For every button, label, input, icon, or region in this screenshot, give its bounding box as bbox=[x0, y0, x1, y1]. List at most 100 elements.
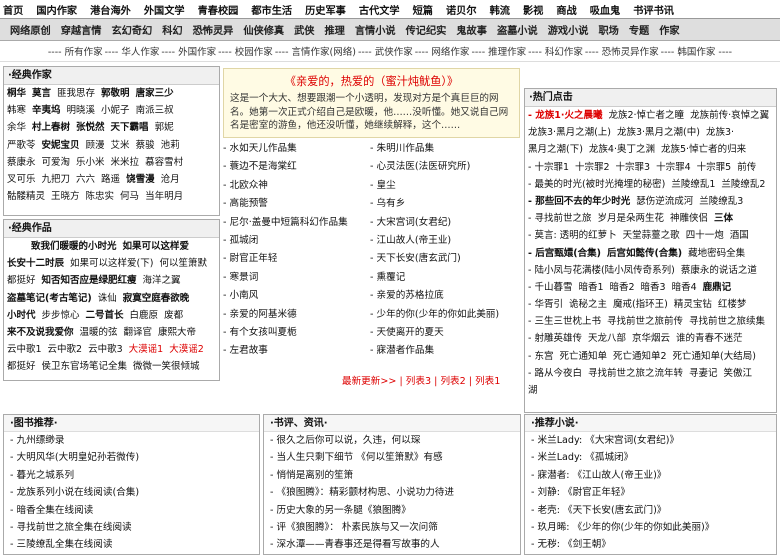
author-link[interactable]: 韩寒 bbox=[7, 105, 26, 116]
author-link[interactable]: 沧月 bbox=[161, 174, 180, 185]
category-link[interactable]: 盗墓小说 bbox=[497, 22, 538, 37]
author-link[interactable]: 顾漫 bbox=[86, 140, 105, 151]
hot-link[interactable]: - 千山暮雪 bbox=[528, 282, 572, 293]
hot-link[interactable]: 鹿鼎记 bbox=[703, 282, 732, 293]
author-category-link[interactable]: ---- 外国作家 bbox=[161, 47, 216, 58]
mid-list-item[interactable]: - 乌有乡 bbox=[370, 195, 499, 213]
nav-link[interactable]: 港台海外 bbox=[90, 2, 131, 17]
category-link[interactable]: 职场 bbox=[598, 22, 618, 37]
hot-link[interactable]: - 射雕英雄传 bbox=[528, 333, 582, 344]
author-link[interactable]: 路遥 bbox=[101, 174, 120, 185]
author-link[interactable]: 安妮宝贝 bbox=[42, 140, 80, 151]
author-link[interactable]: 陈忠实 bbox=[86, 191, 115, 202]
author-link[interactable]: 乐小米 bbox=[76, 157, 105, 168]
author-link[interactable]: 唐家三少 bbox=[136, 88, 174, 99]
recommend-item[interactable]: - 暮光之城系列 bbox=[4, 467, 259, 484]
more-link[interactable]: 列表3 bbox=[406, 376, 431, 387]
mid-list-item[interactable]: - 亲爱的阿基米德 bbox=[223, 306, 348, 324]
work-link[interactable]: 致我们暖暖的小时光 bbox=[31, 241, 117, 252]
hot-link[interactable]: 瑟伤逆流成河 bbox=[636, 196, 693, 207]
recommend-item[interactable]: - 深水潭——青春事还是得看写故事的人 bbox=[264, 536, 520, 553]
recommend-item[interactable]: - 无秽: 《剑王朝》 bbox=[525, 536, 776, 553]
mid-list-item[interactable]: - 北欧众神 bbox=[223, 177, 348, 195]
work-link[interactable]: 寂寞空庭春欲晚 bbox=[123, 293, 190, 304]
hot-link[interactable]: - 路从今夜白 bbox=[528, 368, 582, 379]
hot-link[interactable]: 寻找前世之旅续集 bbox=[689, 316, 765, 327]
category-link[interactable]: 玄幻奇幻 bbox=[112, 22, 153, 37]
author-link[interactable]: 六六 bbox=[76, 174, 95, 185]
author-link[interactable]: 张悦然 bbox=[76, 122, 105, 133]
author-category-link[interactable]: ---- 韩国作家 ---- bbox=[661, 47, 732, 58]
hot-link[interactable]: 死亡通知单2 bbox=[613, 351, 667, 362]
hot-link[interactable]: - 东宫 bbox=[528, 351, 553, 362]
mid-list-item[interactable]: - 熏覆记 bbox=[370, 269, 499, 287]
hot-link[interactable]: 兰陵缭乱2 bbox=[721, 179, 765, 190]
hot-link[interactable]: 十宗罪2 bbox=[575, 162, 610, 173]
hot-link[interactable]: 暗香2 bbox=[610, 282, 635, 293]
author-link[interactable]: 叉可乐 bbox=[7, 174, 36, 185]
recommend-item[interactable]: - 老壳: 《天下长安(唐玄武门)》 bbox=[525, 502, 776, 519]
category-link[interactable]: 鬼故事 bbox=[456, 22, 487, 37]
author-link[interactable]: 郭妮 bbox=[155, 122, 174, 133]
hot-link[interactable]: 谁的青春不迷茫 bbox=[676, 333, 743, 344]
hot-link[interactable]: 寻找前世之旅之流年转 bbox=[588, 368, 683, 379]
work-link[interactable]: 侯卫东官场笔记全集 bbox=[42, 361, 128, 372]
recommend-item[interactable]: - 寻找前世之旅全集在线阅读 bbox=[4, 519, 259, 536]
work-link[interactable]: 废都 bbox=[164, 310, 183, 321]
work-link[interactable]: 盗墓笔记(考古笔记) bbox=[7, 293, 92, 304]
nav-link[interactable]: 短篇 bbox=[413, 2, 433, 17]
hot-link[interactable]: 前传 bbox=[737, 162, 756, 173]
category-link[interactable]: 仙侠修真 bbox=[243, 22, 284, 37]
recommend-item[interactable]: - 大明风华(大明皇妃孙若微传) bbox=[4, 449, 259, 466]
category-link[interactable]: 传记纪实 bbox=[406, 22, 447, 37]
work-link[interactable]: 都挺好 bbox=[7, 275, 36, 286]
recommend-item[interactable]: - 很久之后你可以说，久违，何以琛 bbox=[264, 432, 520, 449]
author-link[interactable]: 可爱淘 bbox=[42, 157, 71, 168]
hot-link[interactable]: - 那些回不去的年少时光 bbox=[528, 196, 630, 207]
category-link[interactable]: 推理 bbox=[325, 22, 345, 37]
category-link[interactable]: 游戏小说 bbox=[548, 22, 589, 37]
hot-link[interactable]: 笑傲江 bbox=[723, 368, 752, 379]
recommend-item[interactable]: - 三陵缭乱全集在线阅读 bbox=[4, 536, 259, 553]
author-link[interactable]: 匪我思存 bbox=[57, 88, 95, 99]
recommend-item[interactable]: - 《狼图腾》：精彩颤材构思、小说功力待进 bbox=[264, 484, 520, 501]
category-link[interactable]: 恐怖灵异 bbox=[193, 22, 234, 37]
author-category-link[interactable]: ---- 网络作家 bbox=[415, 47, 470, 58]
mid-list-item[interactable]: - 江山故人(帝王业) bbox=[370, 232, 499, 250]
hot-link[interactable]: 寻妻记 bbox=[689, 368, 718, 379]
author-link[interactable]: 郭敬明 bbox=[101, 88, 130, 99]
work-link[interactable]: 云中歌2 bbox=[48, 344, 83, 355]
hot-link[interactable]: 死亡通知单(大结局) bbox=[673, 351, 756, 362]
hot-link[interactable]: - 华胥引 bbox=[528, 299, 563, 310]
author-link[interactable]: 池莉 bbox=[161, 140, 180, 151]
recommend-item[interactable]: - 历史大象的另一条腿《狼图腾》 bbox=[264, 502, 520, 519]
mid-list-item[interactable]: - 大宋宫词(女君纪) bbox=[370, 214, 499, 232]
hot-link[interactable]: 四十一炮 bbox=[686, 230, 724, 241]
recommend-item[interactable]: - 当人生只剩下细节 《何以笙箫默》有感 bbox=[264, 449, 520, 466]
recommend-item[interactable]: - 九州缥缈录 bbox=[4, 432, 259, 449]
work-link[interactable]: 长安十二时辰 bbox=[7, 258, 64, 269]
mid-list-item[interactable]: - 少年的你(少年的你如此美丽) bbox=[370, 306, 499, 324]
hot-link[interactable]: 诡秘之主 bbox=[569, 299, 607, 310]
hot-link[interactable]: 死亡通知单 bbox=[559, 351, 607, 362]
hot-link[interactable]: 蔡康永的说话之道 bbox=[681, 265, 757, 276]
work-link[interactable]: 翻译官 bbox=[124, 327, 153, 338]
mid-list-item[interactable]: - 心灵法医(法医研究所) bbox=[370, 158, 499, 176]
author-link[interactable]: 严歌苓 bbox=[7, 140, 36, 151]
mid-list-item[interactable]: - 蓑边不是海棠红 bbox=[223, 158, 348, 176]
author-link[interactable]: 天下霸唱 bbox=[111, 122, 149, 133]
work-link[interactable]: 康熙大帝 bbox=[158, 327, 196, 338]
nav-link[interactable]: 商战 bbox=[556, 2, 576, 17]
author-link[interactable]: 南派三叔 bbox=[136, 105, 174, 116]
work-link[interactable]: 二号首长 bbox=[86, 310, 124, 321]
author-link[interactable]: 蔡骏 bbox=[136, 140, 155, 151]
mid-list-item[interactable]: - 天使离开的夏天 bbox=[370, 324, 499, 342]
mid-list-item[interactable]: - 水如天儿作品集 bbox=[223, 140, 348, 158]
hot-link[interactable]: 暗香1 bbox=[578, 282, 603, 293]
hot-link[interactable]: - 后宫甄嬛(合集) bbox=[528, 248, 601, 259]
nav-link[interactable]: 书评书讯 bbox=[633, 2, 674, 17]
nav-link[interactable]: 韩流 bbox=[490, 2, 510, 17]
hot-link[interactable]: 黑月之潮(下) bbox=[528, 144, 583, 155]
hot-link[interactable]: - 最美的时光(被时光掩埋的秘密) bbox=[528, 179, 665, 190]
author-link[interactable]: 余华 bbox=[7, 122, 26, 133]
